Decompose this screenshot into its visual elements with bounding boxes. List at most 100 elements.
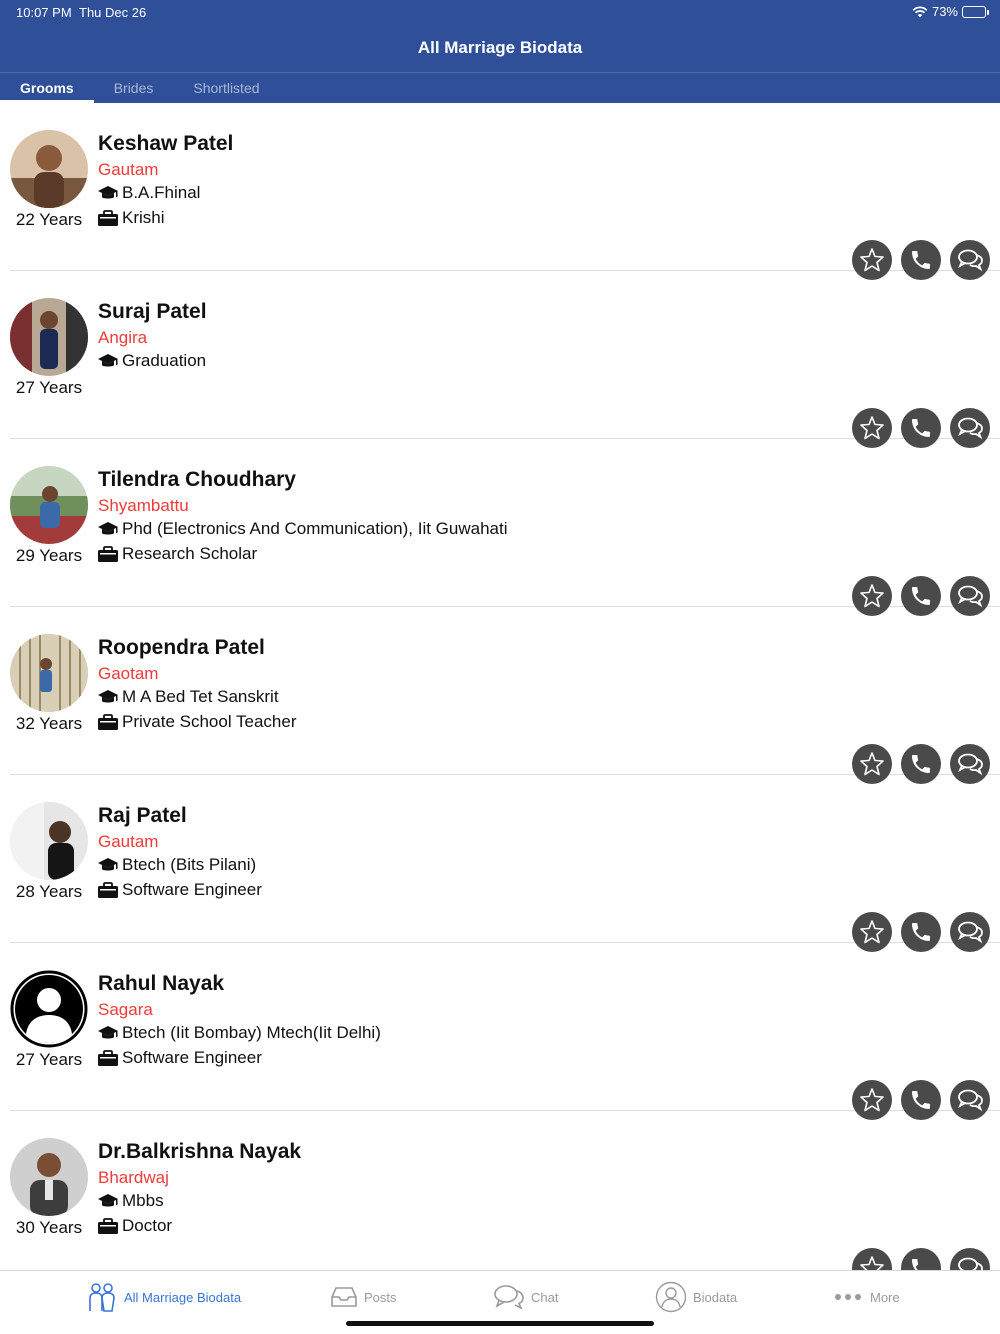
occupation-row: Private School Teacher <box>97 712 297 732</box>
status-time: 10:07 PM <box>16 5 72 20</box>
avatar[interactable] <box>10 970 88 1048</box>
briefcase-icon <box>98 714 118 730</box>
graduation-cap-icon <box>98 1026 118 1039</box>
graduation-cap-icon <box>98 522 118 535</box>
age-label: 27 Years <box>15 1050 83 1069</box>
nav-all-marriage-biodata[interactable]: All Marriage Biodata <box>86 1281 241 1313</box>
phone-icon <box>912 419 930 437</box>
graduation-cap-icon <box>98 690 118 703</box>
status-bar: 10:07 PM Thu Dec 26 73% <box>0 0 1000 24</box>
occupation-row: Krishi <box>97 208 165 228</box>
star-icon <box>860 752 884 776</box>
avatar[interactable] <box>10 634 88 712</box>
profile-card[interactable]: 28 Years Raj Patel Gautam Btech (Bits Pi… <box>10 775 1000 952</box>
profile-name[interactable]: Roopendra Patel <box>98 636 265 660</box>
avatar[interactable] <box>10 130 88 208</box>
couple-icon <box>89 1283 115 1312</box>
status-right: 73% <box>912 4 989 19</box>
briefcase-icon <box>98 210 118 226</box>
profile-card[interactable]: 27 Years Rahul Nayak Sagara Btech (Iit B… <box>10 943 1000 1120</box>
education-row: Btech (Iit Bombay) Mtech(Iit Delhi) <box>97 1023 381 1043</box>
nav-posts[interactable]: Posts <box>330 1281 397 1313</box>
occupation-text: Research Scholar <box>122 544 258 563</box>
tab-grooms[interactable]: Grooms <box>0 73 94 103</box>
education-row: Phd (Electronics And Communication), Iit… <box>97 519 508 539</box>
gotra-label: Angira <box>98 328 148 347</box>
profile-list[interactable]: 22 Years Keshaw Patel Gautam B.A.Fhinal … <box>0 103 1000 1270</box>
profile-card[interactable]: 30 Years Dr.Balkrishna Nayak Bhardwaj Mb… <box>10 1111 1000 1270</box>
gotra-label: Gautam <box>98 832 159 851</box>
profile-name[interactable]: Suraj Patel <box>98 300 207 324</box>
home-indicator <box>346 1321 654 1326</box>
education-row: Btech (Bits Pilani) <box>97 855 256 875</box>
profile-name[interactable]: Rahul Nayak <box>98 972 224 996</box>
star-icon <box>860 1256 884 1270</box>
nav-chat[interactable]: Chat <box>493 1281 558 1313</box>
page-title: All Marriage Biodata <box>417 38 583 57</box>
nav-label: All Marriage Biodata <box>124 1289 242 1305</box>
avatar[interactable] <box>10 802 88 880</box>
more-dots-icon <box>835 1294 861 1300</box>
profile-name[interactable]: Keshaw Patel <box>98 132 233 156</box>
card-actions <box>852 1248 990 1270</box>
profile-card[interactable]: 27 Years Suraj Patel Angira Graduation <box>10 271 1000 448</box>
segment-tabs: Grooms Brides Shortlisted <box>0 73 280 103</box>
chat-button[interactable] <box>950 1248 990 1270</box>
chat-bubbles-icon <box>958 1257 983 1270</box>
profile-name[interactable]: Raj Patel <box>98 804 187 828</box>
occupation-text: Krishi <box>122 208 165 227</box>
phone-icon <box>912 251 930 269</box>
nav-label: Biodata <box>693 1289 738 1305</box>
inbox-icon <box>331 1287 357 1307</box>
age-label: 29 Years <box>15 546 83 565</box>
call-button[interactable] <box>901 1248 941 1270</box>
gotra-label: Shyambattu <box>98 496 189 515</box>
avatar[interactable] <box>10 466 88 544</box>
phone-icon <box>912 1259 919 1270</box>
nav-label: More <box>870 1289 900 1305</box>
age-label: 28 Years <box>15 882 83 901</box>
wifi-icon <box>912 5 928 17</box>
app-header: 10:07 PM Thu Dec 26 73% All Marriage Bio… <box>0 0 1000 103</box>
education-text: Btech (Bits Pilani) <box>122 855 257 874</box>
avatar[interactable] <box>10 298 88 376</box>
phone-icon <box>912 587 930 605</box>
nav-label: Posts <box>364 1289 397 1305</box>
tab-shortlisted[interactable]: Shortlisted <box>173 73 279 103</box>
occupation-text: Private School Teacher <box>122 712 297 731</box>
person-icon <box>655 1281 687 1313</box>
nav-biodata[interactable]: Biodata <box>655 1281 737 1313</box>
shortlist-button[interactable] <box>852 1248 892 1270</box>
briefcase-icon <box>98 1218 118 1234</box>
education-row: Graduation <box>97 351 206 371</box>
briefcase-icon <box>98 882 118 898</box>
star-icon <box>860 248 884 272</box>
default-avatar-icon <box>10 970 88 1048</box>
graduation-cap-icon <box>98 1194 118 1207</box>
occupation-row: Research Scholar <box>97 544 257 564</box>
profile-card[interactable]: 29 Years Tilendra Choudhary Shyambattu P… <box>10 439 1000 616</box>
profile-card[interactable]: 32 Years Roopendra Patel Gaotam M A Bed … <box>10 607 1000 784</box>
nav-more[interactable]: More <box>834 1281 900 1313</box>
education-text: Btech (Iit Bombay) Mtech(Iit Delhi) <box>122 1023 381 1042</box>
graduation-cap-icon <box>98 354 118 367</box>
avatar[interactable] <box>10 1138 88 1216</box>
occupation-row: Software Engineer <box>97 880 262 900</box>
occupation-row: Software Engineer <box>97 1048 262 1068</box>
nav-label: Chat <box>531 1289 559 1305</box>
profile-card[interactable]: 22 Years Keshaw Patel Gautam B.A.Fhinal … <box>10 103 1000 280</box>
occupation-text: Software Engineer <box>122 1048 262 1067</box>
graduation-cap-icon <box>98 858 118 871</box>
phone-icon <box>912 755 930 773</box>
profile-name[interactable]: Tilendra Choudhary <box>98 468 296 492</box>
education-row: M A Bed Tet Sanskrit <box>97 687 279 707</box>
age-label: 22 Years <box>15 210 83 229</box>
gotra-label: Sagara <box>98 1000 153 1019</box>
chat-icon <box>494 1285 524 1310</box>
profile-name[interactable]: Dr.Balkrishna Nayak <box>98 1140 301 1164</box>
education-text: Mbbs <box>122 1191 164 1210</box>
star-icon <box>860 920 884 944</box>
star-icon <box>860 416 884 440</box>
tab-brides[interactable]: Brides <box>94 73 174 103</box>
star-icon <box>860 1088 884 1112</box>
